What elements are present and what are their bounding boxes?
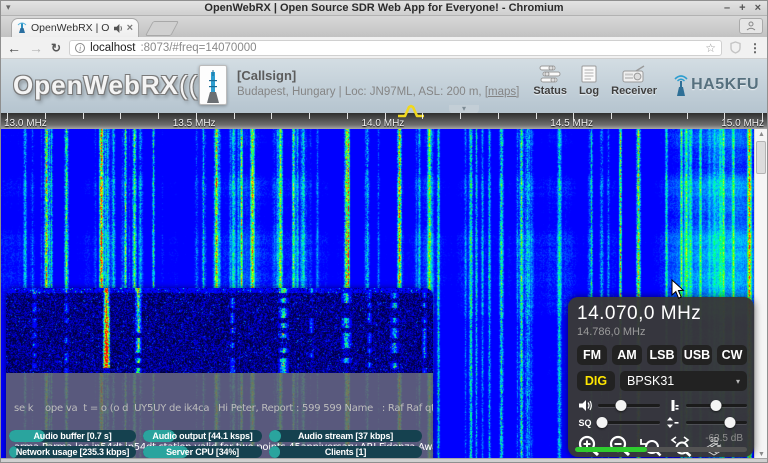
mode-cw-button[interactable]: CW [717, 345, 747, 365]
browser-tab[interactable]: OpenWebRX | Ope × [11, 18, 139, 37]
back-button[interactable]: ← [7, 41, 21, 55]
site-header: OpenWebRX((· [Callsign] Budapest, Hungar… [1, 59, 767, 113]
scrollbar-thumb[interactable] [756, 141, 766, 174]
maps-link[interactable]: [maps] [485, 86, 520, 98]
status-pill-bar: Audio buffer [0.7 s] Audio output [44.1 … [9, 430, 422, 458]
profile-icon [746, 21, 756, 31]
waterfall-colors-icon [665, 400, 681, 411]
page-scrollbar[interactable]: ▲ ▼ [754, 129, 767, 460]
audio-buffer-pill: Audio buffer [0.7 s] [9, 430, 136, 442]
mode-am-button[interactable]: AM [612, 345, 642, 365]
profile-button[interactable] [739, 18, 763, 34]
smeter-db-label: -63.5 dB [705, 433, 743, 444]
waterfall-level-slider[interactable] [686, 417, 748, 428]
waterfall-minmax-icon [665, 417, 681, 428]
tab-close-icon[interactable]: × [127, 23, 133, 33]
digimode-waterfall[interactable] [6, 288, 433, 373]
station-location: Budapest, Hungary | Loc: JN97ML, ASL: 20… [237, 86, 519, 98]
status-sliders-icon [539, 65, 561, 83]
station-callsign: [Callsign] [237, 68, 519, 83]
waterfall-colors-slider[interactable] [686, 400, 748, 411]
ha5kfu-logo[interactable]: HA5KFU [673, 73, 759, 97]
audio-level-bar [575, 447, 747, 452]
freq-scale-label: 14.5 MHz [550, 118, 593, 129]
minimize-button[interactable]: – [724, 1, 730, 15]
extension-shield-icon[interactable] [730, 41, 741, 54]
window-title: OpenWebRX | Open Source SDR Web App for … [1, 2, 767, 14]
mouse-cursor [671, 279, 685, 300]
center-frequency: 14.786,0 MHz [577, 326, 747, 338]
reload-button[interactable]: ↻ [51, 41, 61, 55]
mode-dig-button[interactable]: DIG [577, 371, 615, 391]
network-usage-pill: Network usage [235.3 kbps] [9, 446, 136, 458]
squelch-slider[interactable] [598, 417, 660, 428]
tab-title: OpenWebRX | Ope [31, 22, 110, 34]
new-tab-button[interactable] [145, 21, 179, 36]
close-button[interactable]: × [755, 1, 761, 15]
zoom-in-total-button[interactable] [639, 435, 663, 457]
audio-output-pill: Audio output [44.1 ksps] [143, 430, 262, 442]
digimode-select[interactable]: BPSK31 ▾ [620, 371, 747, 391]
tab-favicon-icon [17, 22, 27, 34]
freq-scale-label: 15.0 MHz [721, 118, 764, 129]
tab-strip: OpenWebRX | Ope × [1, 16, 767, 37]
browser-menu-icon[interactable]: ⋮ [749, 41, 761, 55]
squelch-label: SQ [577, 418, 593, 428]
window-titlebar: ▾ OpenWebRX | Open Source SDR Web App fo… [1, 1, 767, 16]
volume-icon [577, 400, 593, 411]
log-button[interactable]: Log [579, 65, 599, 97]
window-menu-icon[interactable]: ▾ [6, 2, 11, 13]
browser-toolbar: ← → ↻ i localhost :8073/#freq=14070000 ☆… [1, 37, 767, 59]
antenna-tower-icon [204, 70, 222, 104]
receiver-panel: 14.070,0 MHz 14.786,0 MHz FM AM LSB USB … [568, 297, 754, 457]
mode-usb-button[interactable]: USB [682, 345, 712, 365]
window-bottom-border [1, 458, 767, 462]
zoom-out-total-button[interactable] [670, 435, 694, 457]
openwebrx-page: OpenWebRX((· [Callsign] Budapest, Hungar… [1, 59, 767, 460]
receiver-radio-icon [622, 65, 646, 83]
volume-slider[interactable] [598, 400, 660, 411]
waterfall-area: ▲ ▼ se k ope va t = o (o d UY5UY de ik4c… [1, 129, 767, 460]
antenna-photo [199, 65, 227, 105]
zoom-out-button[interactable] [608, 435, 632, 457]
chevron-down-icon: ▾ [736, 377, 740, 386]
zoom-in-button[interactable] [577, 435, 601, 457]
tuned-frequency[interactable]: 14.070,0 MHz [577, 303, 747, 325]
ha5kfu-tower-icon [673, 73, 689, 97]
freq-scale-label: 13.0 MHz [4, 118, 47, 129]
server-cpu-pill: Server CPU [34%] [143, 446, 262, 458]
tab-audio-icon[interactable] [114, 24, 123, 33]
bookmark-star-icon[interactable]: ☆ [705, 41, 716, 55]
maximize-button[interactable]: + [739, 1, 745, 15]
mode-fm-button[interactable]: FM [577, 345, 607, 365]
receiver-button[interactable]: Receiver [611, 65, 657, 97]
decoded-line-1: se k ope va t = o (o d UY5UY de ik4ca Hi… [14, 402, 425, 415]
openwebrx-logo: OpenWebRX((· [13, 70, 208, 101]
address-bar[interactable]: i localhost :8073/#freq=14070000 ☆ [69, 40, 722, 56]
forward-button[interactable]: → [29, 41, 43, 55]
freq-scale-label: 14.0 MHz [362, 118, 405, 129]
page-info-icon[interactable]: i [75, 43, 85, 53]
frequency-scale[interactable]: 13.0 MHz 13.5 MHz 14.0 MHz 14.5 MHz 15.0 MHz [1, 113, 767, 129]
log-document-icon [581, 65, 597, 83]
freq-scale-label: 13.5 MHz [173, 118, 216, 129]
scroll-up-icon[interactable]: ▲ [755, 129, 768, 140]
url-host: localhost [90, 42, 135, 54]
url-path: :8073/#freq=14070000 [140, 42, 700, 54]
clients-pill: Clients [1] [269, 446, 422, 458]
status-button[interactable]: Status [533, 65, 567, 97]
browser-window: ▾ OpenWebRX | Open Source SDR Web App fo… [0, 0, 768, 463]
audio-stream-pill: Audio stream [37 kbps] [269, 430, 422, 442]
mode-lsb-button[interactable]: LSB [647, 345, 677, 365]
